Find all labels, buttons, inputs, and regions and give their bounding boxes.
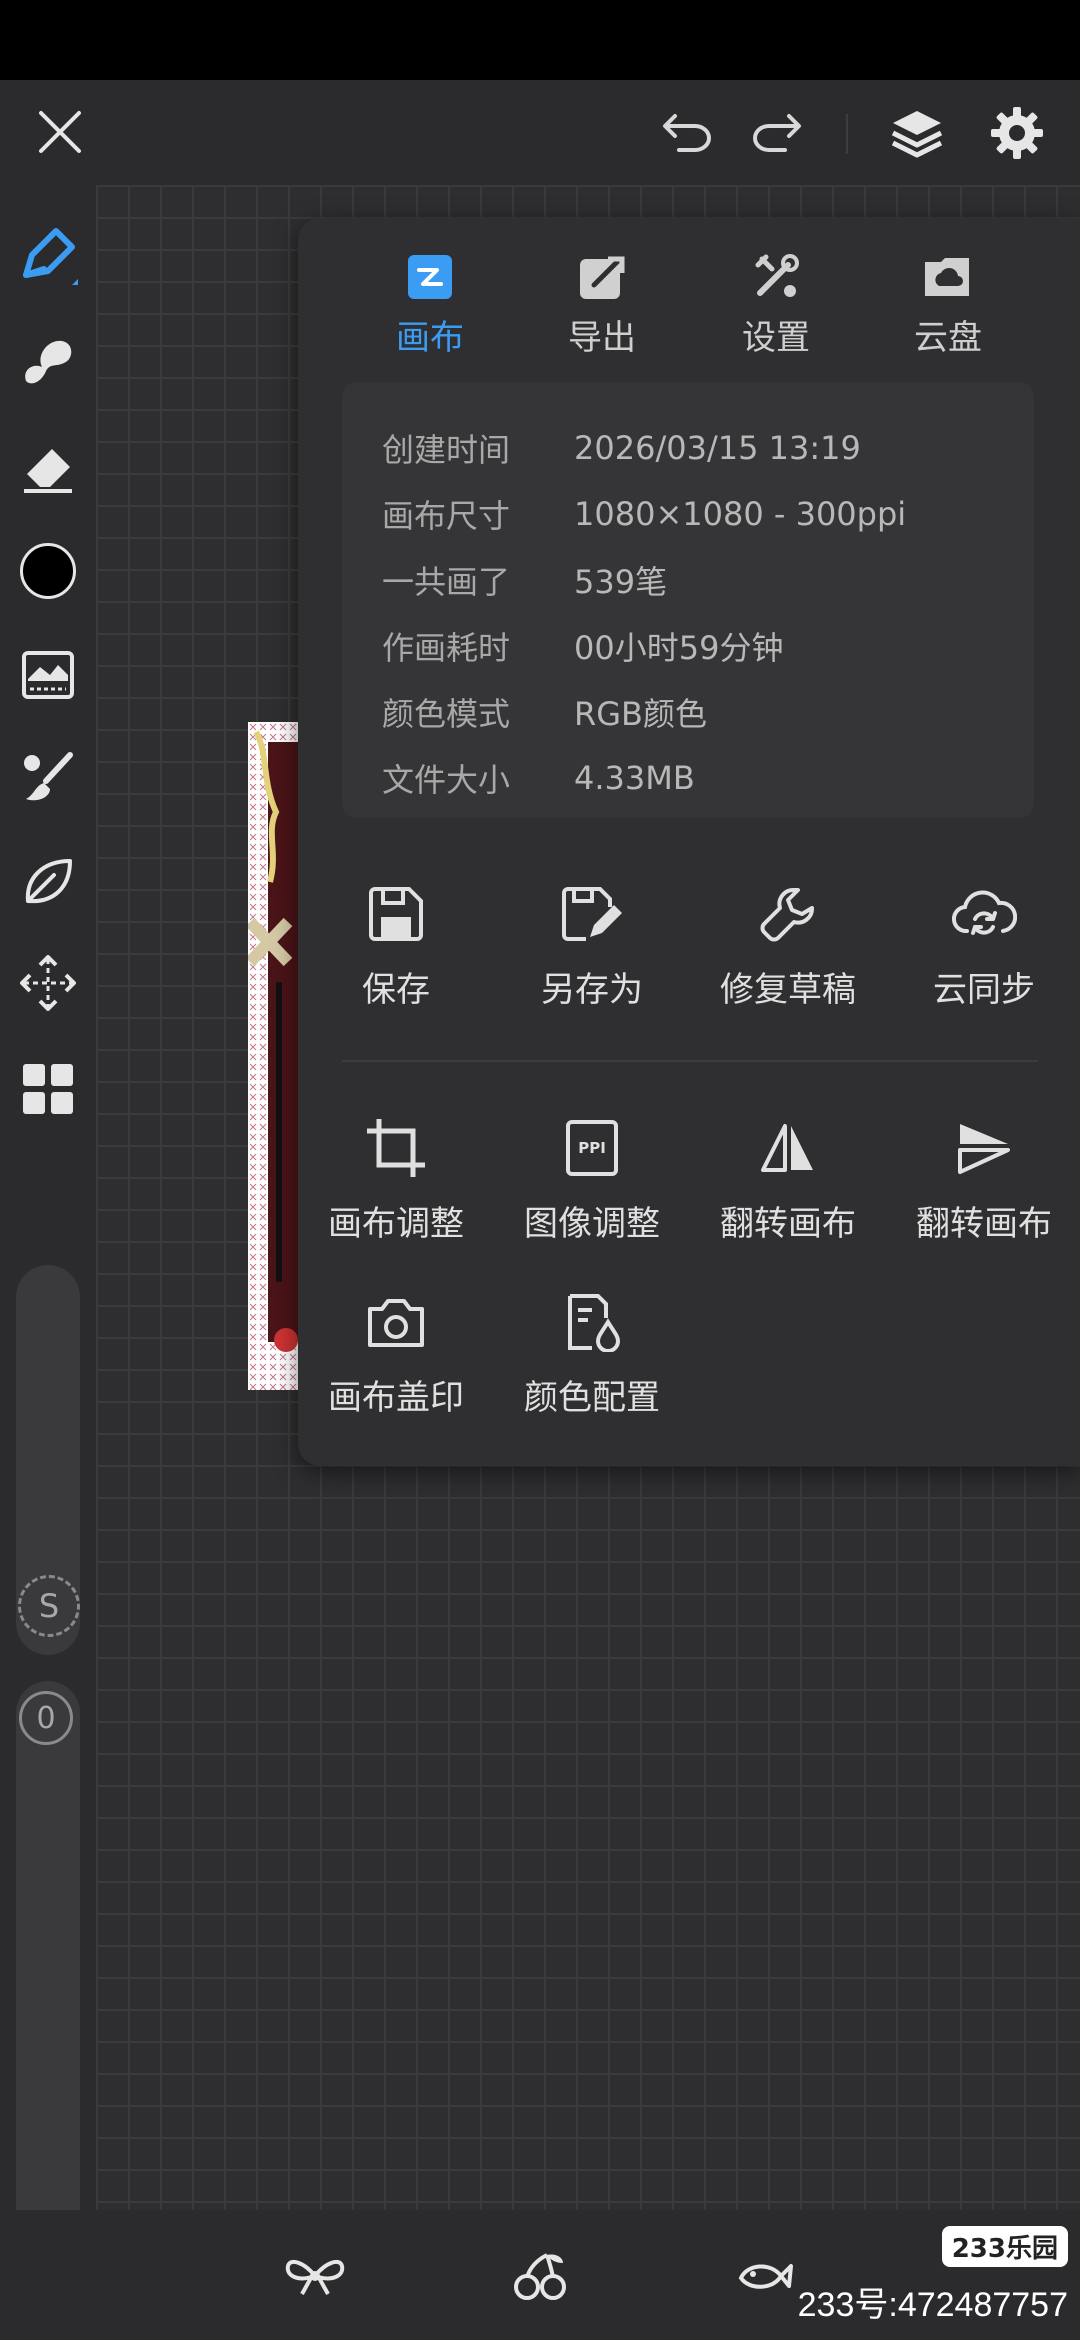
export-icon bbox=[532, 248, 672, 306]
artwork-preview bbox=[248, 722, 298, 1390]
redo-icon[interactable] bbox=[746, 102, 806, 162]
info-key: 颜色模式 bbox=[382, 695, 511, 733]
tab-settings-label: 设置 bbox=[742, 318, 810, 358]
tab-cloud-label: 云盘 bbox=[914, 318, 982, 358]
color-swatch[interactable] bbox=[18, 541, 78, 601]
color-profile-icon bbox=[494, 1286, 690, 1358]
ppi-text: PPI bbox=[566, 1120, 618, 1176]
close-icon[interactable] bbox=[30, 102, 90, 162]
section-divider bbox=[342, 1060, 1038, 1062]
crop-icon bbox=[298, 1112, 494, 1184]
color-config-label: 颜色配置 bbox=[524, 1378, 660, 1418]
cloud-sync-icon bbox=[886, 878, 1080, 950]
info-value: 1080×1080 - 300ppi bbox=[574, 495, 907, 533]
canvas-stamp-button[interactable]: 画布盖印 bbox=[298, 1286, 494, 1419]
opacity-slider-label: 0 bbox=[36, 1700, 56, 1736]
canvas-adjust-label: 画布调整 bbox=[328, 1204, 464, 1244]
cloud-folder-icon bbox=[878, 248, 1018, 306]
watermark-logo: 233乐园 bbox=[941, 2226, 1068, 2267]
settings-gear-icon[interactable] bbox=[984, 100, 1050, 166]
pen-brush-icon[interactable] bbox=[18, 225, 78, 285]
info-row-size: 画布尺寸 1080×1080 - 300ppi bbox=[382, 484, 906, 544]
info-row-created: 创建时间 2026/03/15 13:19 bbox=[382, 418, 861, 478]
grid-layout-icon[interactable] bbox=[18, 1059, 78, 1119]
info-key: 文件大小 bbox=[382, 761, 511, 799]
wrench-icon bbox=[690, 878, 886, 950]
tab-settings[interactable]: 设置 bbox=[706, 248, 846, 359]
brush-selector-icon[interactable] bbox=[18, 747, 78, 807]
info-key: 作画耗时 bbox=[382, 629, 511, 667]
layers-icon[interactable] bbox=[884, 100, 950, 166]
info-key: 画布尺寸 bbox=[382, 497, 511, 535]
repair-draft-label: 修复草稿 bbox=[720, 970, 856, 1010]
size-slider-thumb[interactable]: S bbox=[18, 1575, 80, 1637]
info-key: 一共画了 bbox=[382, 563, 511, 601]
smudge-icon[interactable] bbox=[18, 331, 78, 391]
info-row-file-size: 文件大小 4.33MB bbox=[382, 748, 695, 808]
cloud-sync-button[interactable]: 云同步 bbox=[886, 878, 1080, 1011]
info-value: RGB颜色 bbox=[574, 695, 707, 733]
camera-icon bbox=[298, 1286, 494, 1358]
flip-canvas-vertical-button[interactable]: 翻转画布 bbox=[886, 1112, 1080, 1245]
canvas-adjust-button[interactable]: 画布调整 bbox=[298, 1112, 494, 1245]
image-adjust-label: 图像调整 bbox=[524, 1204, 660, 1244]
leaf-icon[interactable] bbox=[18, 851, 78, 911]
info-value: 4.33MB bbox=[574, 759, 695, 797]
flip-vertical-label: 翻转画布 bbox=[916, 1204, 1052, 1244]
settings-tools-icon bbox=[706, 248, 846, 306]
canvas-menu-panel: 画布 导出 设置 云盘 创建时间 2026/03/15 13:19 画布尺寸 108… bbox=[298, 218, 1080, 1466]
flip-horizontal-label: 翻转画布 bbox=[720, 1204, 856, 1244]
info-row-time: 作画耗时 00小时59分钟 bbox=[382, 616, 783, 676]
toolbar-divider bbox=[846, 114, 848, 154]
cloud-sync-label: 云同步 bbox=[933, 970, 1035, 1010]
flip-canvas-horizontal-button[interactable]: 翻转画布 bbox=[690, 1112, 886, 1245]
info-row-strokes: 一共画了 539笔 bbox=[382, 550, 667, 610]
info-key: 创建时间 bbox=[382, 431, 511, 469]
brush-size-slider[interactable]: S bbox=[16, 1265, 80, 1655]
flip-vertical-icon bbox=[886, 1112, 1080, 1184]
adjust-image-icon[interactable] bbox=[18, 645, 78, 705]
save-as-label: 另存为 bbox=[541, 970, 643, 1010]
opacity-slider-thumb[interactable]: 0 bbox=[19, 1691, 73, 1745]
watermark-text: 233号:472487757 bbox=[797, 2286, 1068, 2324]
color-config-button[interactable]: 颜色配置 bbox=[494, 1286, 690, 1419]
canvas-icon bbox=[360, 248, 500, 306]
status-bar bbox=[0, 0, 1080, 80]
cherry-icon[interactable] bbox=[508, 2246, 574, 2306]
info-row-color-mode: 颜色模式 RGB颜色 bbox=[382, 682, 707, 742]
fish-icon[interactable] bbox=[732, 2246, 798, 2306]
tab-cloud[interactable]: 云盘 bbox=[878, 248, 1018, 359]
canvas-info-card: 创建时间 2026/03/15 13:19 画布尺寸 1080×1080 - 300… bbox=[342, 382, 1034, 818]
move-transform-icon[interactable] bbox=[18, 953, 78, 1013]
watermark: 233乐园 233号:472487757 bbox=[798, 2226, 1068, 2326]
left-toolbar: S 0 bbox=[0, 185, 96, 2261]
tab-export-label: 导出 bbox=[568, 318, 636, 358]
save-as-button[interactable]: 另存为 bbox=[494, 878, 690, 1011]
tab-export[interactable]: 导出 bbox=[532, 248, 672, 359]
info-value: 2026/03/15 13:19 bbox=[574, 429, 861, 467]
save-icon bbox=[298, 878, 494, 950]
repair-draft-button[interactable]: 修复草稿 bbox=[690, 878, 886, 1011]
undo-icon[interactable] bbox=[658, 102, 718, 162]
bottom-bar: 233乐园 233号:472487757 bbox=[0, 2210, 1080, 2340]
panel-tabs: 画布 导出 设置 云盘 bbox=[298, 218, 1080, 368]
info-value: 00小时59分钟 bbox=[574, 629, 784, 667]
opacity-slider[interactable]: 0 bbox=[16, 1681, 80, 2261]
tab-canvas[interactable]: 画布 bbox=[360, 248, 500, 359]
size-slider-label: S bbox=[38, 1587, 60, 1625]
save-as-icon bbox=[494, 878, 690, 950]
info-value: 539笔 bbox=[574, 563, 668, 601]
tab-canvas-label: 画布 bbox=[396, 318, 464, 358]
ppi-icon: PPI bbox=[494, 1112, 690, 1184]
bow-icon[interactable] bbox=[282, 2246, 348, 2306]
flip-horizontal-icon bbox=[690, 1112, 886, 1184]
save-button[interactable]: 保存 bbox=[298, 878, 494, 1011]
save-label: 保存 bbox=[362, 970, 430, 1010]
eraser-icon[interactable] bbox=[18, 437, 78, 497]
canvas-stamp-label: 画布盖印 bbox=[328, 1378, 464, 1418]
image-adjust-button[interactable]: PPI 图像调整 bbox=[494, 1112, 690, 1245]
top-bar bbox=[0, 80, 1080, 185]
